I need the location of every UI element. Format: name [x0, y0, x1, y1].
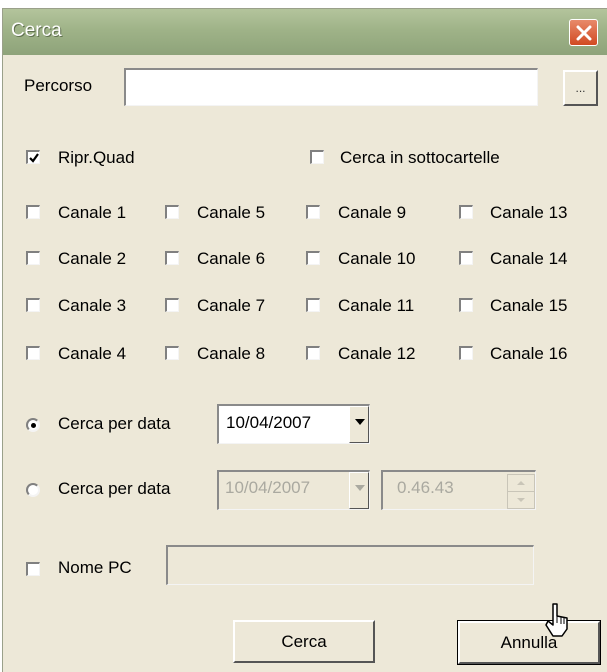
date-search-2-dropdown-button[interactable]	[349, 472, 369, 509]
date-search-1-radio[interactable]	[26, 418, 40, 432]
channel-8-label: Canale 8	[197, 344, 266, 363]
close-icon	[576, 25, 592, 41]
date-search-2-date-value: 10/04/2007	[225, 478, 311, 497]
channel-7-label: Canale 7	[197, 296, 266, 315]
pc-name-label: Nome PC	[58, 558, 132, 577]
cancel-button[interactable]: Annulla	[457, 620, 601, 665]
channel-8-checkbox[interactable]	[165, 346, 179, 360]
channel-1-checkbox[interactable]	[26, 205, 40, 219]
channel-4-label: Canale 4	[58, 344, 127, 363]
window-title: Cerca	[11, 20, 62, 41]
path-input[interactable]	[124, 68, 538, 106]
channel-13-label: Canale 13	[490, 203, 568, 222]
date-search-2-time-value: 0.46.43	[397, 478, 454, 497]
channel-14-checkbox[interactable]	[459, 251, 473, 265]
channel-10-label: Canale 10	[338, 249, 416, 268]
chevron-down-icon	[517, 498, 525, 502]
channel-5-label: Canale 5	[197, 203, 266, 222]
channel-13-checkbox[interactable]	[459, 205, 473, 219]
channel-3-checkbox[interactable]	[26, 298, 40, 312]
date-search-2-time-field[interactable]: 0.46.43	[381, 470, 536, 510]
channel-4-checkbox[interactable]	[26, 346, 40, 360]
channel-15-label: Canale 15	[490, 296, 568, 315]
date-search-1-date-combo[interactable]: 10/04/2007	[217, 404, 370, 444]
radio-selected-dot	[31, 423, 36, 428]
channel-2-label: Canale 2	[58, 249, 127, 268]
date-search-1-label: Cerca per data	[58, 414, 171, 433]
search-button[interactable]: Cerca	[233, 620, 375, 663]
channel-11-checkbox[interactable]	[306, 298, 320, 312]
channel-9-label: Canale 9	[338, 203, 407, 222]
channel-6-checkbox[interactable]	[165, 251, 179, 265]
channel-9-checkbox[interactable]	[306, 205, 320, 219]
channel-3-label: Canale 3	[58, 296, 127, 315]
ripr-quad-label: Ripr.Quad	[58, 148, 135, 167]
subfolders-label: Cerca in sottocartelle	[340, 148, 500, 167]
channel-11-label: Canale 11	[338, 296, 415, 315]
time-spin-down-button[interactable]	[507, 491, 535, 509]
close-button[interactable]	[569, 19, 598, 46]
date-search-2-radio[interactable]	[26, 483, 40, 497]
channel-5-checkbox[interactable]	[165, 205, 179, 219]
ripr-quad-checkbox[interactable]	[26, 150, 40, 164]
date-search-2-date-combo[interactable]: 10/04/2007	[217, 470, 370, 510]
search-button-label: Cerca	[281, 631, 327, 651]
channel-6-label: Canale 6	[197, 249, 266, 268]
date-search-2-label: Cerca per data	[58, 479, 171, 498]
browse-button[interactable]: ...	[563, 70, 598, 106]
mouse-pointer-icon	[545, 603, 568, 637]
date-search-1-date-value: 10/04/2007	[226, 413, 312, 432]
chevron-up-icon	[517, 481, 525, 485]
title-bar: Cerca	[3, 9, 607, 55]
browse-button-label: ...	[575, 81, 586, 95]
subfolders-checkbox[interactable]	[310, 150, 324, 164]
channel-14-label: Canale 14	[490, 249, 568, 268]
path-label: Percorso	[24, 76, 93, 95]
channel-12-label: Canale 12	[338, 344, 416, 363]
chevron-down-icon	[355, 419, 365, 425]
pc-name-input[interactable]	[166, 545, 534, 585]
channel-10-checkbox[interactable]	[306, 251, 320, 265]
checkmark-icon	[29, 153, 39, 163]
pc-name-checkbox[interactable]	[26, 562, 40, 576]
channel-15-checkbox[interactable]	[459, 298, 473, 312]
date-search-1-dropdown-button[interactable]	[349, 406, 369, 443]
channel-16-label: Canale 16	[490, 344, 568, 363]
time-spin-up-button[interactable]	[507, 474, 535, 492]
chevron-down-icon	[355, 485, 365, 491]
channel-1-label: Canale 1	[58, 203, 127, 222]
channel-12-checkbox[interactable]	[306, 346, 320, 360]
channel-2-checkbox[interactable]	[26, 251, 40, 265]
channel-7-checkbox[interactable]	[165, 298, 179, 312]
channel-16-checkbox[interactable]	[459, 346, 473, 360]
